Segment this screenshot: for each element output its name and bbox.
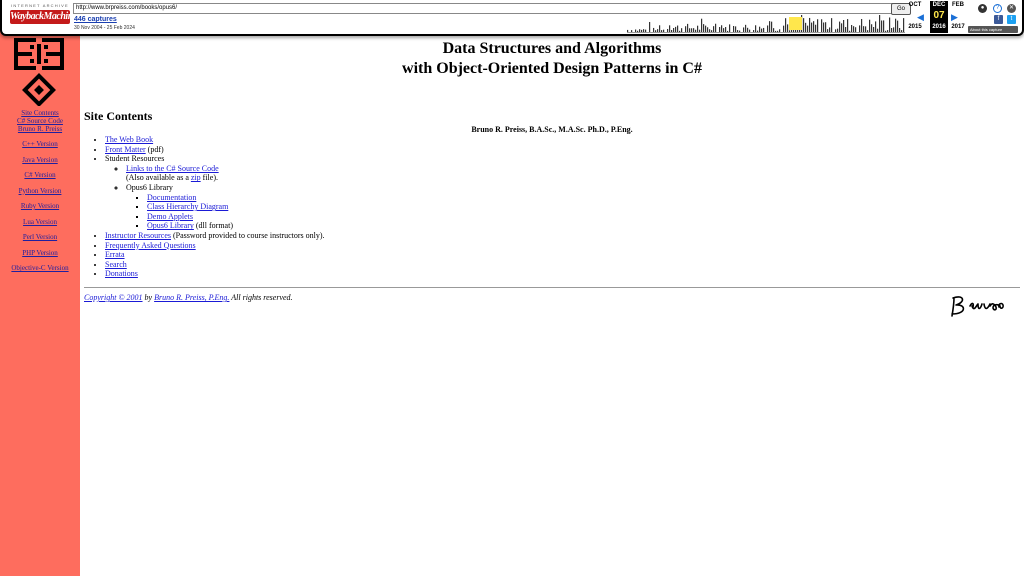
page-title: Data Structures and Algorithms with Obje… [84, 39, 1020, 79]
divider [84, 287, 1020, 288]
list-item: Student Resources Links to the C# Source… [105, 154, 325, 231]
demo-applets-link[interactable]: Demo Applets [147, 212, 193, 221]
list-item: Instructor Resources (Password provided … [105, 231, 325, 241]
sidebar-link-author[interactable]: Bruno R. Preiss [0, 125, 80, 133]
sidebar-link-php[interactable]: PHP Version [0, 249, 80, 257]
next-capture-arrow-icon[interactable]: ▶ [951, 12, 958, 23]
capture-calendar-nav: OCT ◀ DEC 07 2016 ▶ FEB 2015 2017 [907, 1, 967, 33]
list-item: Links to the C# Source Code (Also availa… [126, 164, 325, 183]
wayback-toolbar: INTERNET ARCHIVE WaybackMachine http://w… [0, 0, 1024, 36]
student-resources-label: Student Resources [105, 154, 165, 164]
sidebar-link-csharp[interactable]: C# Version [0, 171, 80, 179]
list-item: Class Hierarchy Diagram [147, 202, 325, 212]
current-day: 07 [932, 10, 946, 22]
copyright-link[interactable]: Copyright © 2001 [84, 293, 143, 302]
prev-capture-arrow-icon[interactable]: ◀ [917, 12, 924, 23]
list-item: Frequently Asked Questions [105, 241, 325, 251]
list-item: Opus6 Library (dll format) [147, 221, 325, 231]
wayback-logo[interactable]: INTERNET ARCHIVE WaybackMachine [10, 3, 77, 31]
sidebar-top-links: Site Contents C# Source Code Bruno R. Pr… [0, 109, 80, 133]
prev-year[interactable]: 2015 [907, 24, 923, 30]
dll-note: (dll format) [193, 221, 233, 231]
search-link[interactable]: Search [105, 260, 127, 269]
capture-sparkline[interactable] [627, 14, 905, 33]
list-item: Search [105, 260, 325, 270]
list-item: Front Matter (pdf) [105, 145, 325, 155]
title-line-1: Data Structures and Algorithms [442, 40, 662, 57]
zip-link[interactable]: zip [191, 173, 201, 182]
ia-label: INTERNET ARCHIVE [11, 3, 69, 8]
sidebar-link-site-contents[interactable]: Site Contents [0, 109, 80, 117]
zip-note-post: file). [200, 173, 218, 183]
sidebar-link-perl[interactable]: Perl Version [0, 233, 80, 241]
zip-note-pre: (Also available as a [126, 173, 191, 183]
next-year[interactable]: 2017 [950, 24, 966, 30]
sidebar-link-objc[interactable]: Objective-C Version [0, 264, 80, 272]
documentation-link[interactable]: Documentation [147, 193, 196, 202]
wayback-wordmark: WaybackMachine [10, 10, 77, 24]
donations-link[interactable]: Donations [105, 269, 138, 278]
list-item: Errata [105, 250, 325, 260]
user-icon[interactable]: ● [978, 4, 987, 13]
errata-link[interactable]: Errata [105, 250, 125, 259]
title-line-2: with Object-Oriented Design Patterns in … [402, 60, 702, 77]
sidebar: Site Contents C# Source Code Bruno R. Pr… [0, 0, 80, 576]
site-logo[interactable] [12, 38, 66, 106]
current-capture-date: DEC 07 2016 [930, 1, 948, 33]
web-book-link[interactable]: The Web Book [105, 135, 153, 144]
section-heading: Site Contents [84, 109, 153, 123]
current-month: DEC [932, 2, 946, 8]
current-year-highlight [789, 17, 802, 30]
instructor-note: (Password provided to course instructors… [170, 230, 325, 240]
copyright-line: Copyright © 2001 by Bruno R. Preiss, P.E… [84, 293, 293, 302]
copyright-by: by [142, 293, 155, 302]
sidebar-link-java[interactable]: Java Version [0, 156, 80, 164]
captures-link[interactable]: 446 captures [74, 16, 117, 23]
author-line: Bruno R. Preiss, B.A.Sc., M.A.Sc. Ph.D.,… [471, 125, 633, 134]
sidebar-link-python[interactable]: Python Version [0, 187, 80, 195]
site-contents-list: The Web Book Front Matter (pdf) Student … [84, 135, 325, 279]
copyright-tail: All rights reserved. [229, 293, 293, 302]
opus6-library-link[interactable]: Opus6 Library [147, 221, 194, 230]
list-item: The Web Book [105, 135, 325, 145]
next-month[interactable]: FEB [950, 2, 966, 8]
help-icon[interactable]: ? [993, 4, 1002, 13]
url-input[interactable]: http://www.brpreiss.com/books/opus6/ [73, 3, 893, 14]
capture-range: 30 Nov 2004 - 25 Feb 2024 [74, 25, 135, 31]
about-capture-button[interactable]: About this capture [968, 26, 1018, 33]
close-icon[interactable]: ✕ [1007, 4, 1016, 13]
front-matter-link[interactable]: Front Matter [105, 145, 146, 154]
instructor-resources-link[interactable]: Instructor Resources [105, 231, 171, 240]
prev-month[interactable]: OCT [907, 2, 923, 8]
sidebar-link-ruby[interactable]: Ruby Version [0, 202, 80, 210]
twitter-icon[interactable]: t [1007, 15, 1016, 24]
sidebar-link-cpp[interactable]: C++ Version [0, 140, 80, 148]
author-email-link[interactable]: Bruno R. Preiss, P.Eng. [154, 293, 229, 302]
front-matter-note: (pdf) [145, 144, 164, 154]
current-year: 2016 [932, 24, 946, 30]
signature-image [951, 296, 1004, 317]
opus-library-label: Opus6 Library [126, 182, 173, 192]
list-item: Opus6 Library Documentation Class Hierar… [126, 183, 325, 231]
class-hierarchy-link[interactable]: Class Hierarchy Diagram [147, 202, 228, 211]
list-item: Demo Applets [147, 212, 325, 222]
facebook-icon[interactable]: f [994, 15, 1003, 24]
sidebar-link-lua[interactable]: Lua Version [0, 218, 80, 226]
faq-link[interactable]: Frequently Asked Questions [105, 241, 196, 250]
list-item: Documentation [147, 193, 325, 203]
sidebar-link-source-code[interactable]: C# Source Code [0, 117, 80, 125]
source-links-link[interactable]: Links to the C# Source Code [126, 164, 219, 173]
sidebar-nav: Site Contents C# Source Code Bruno R. Pr… [0, 109, 80, 280]
list-item: Donations [105, 269, 325, 279]
